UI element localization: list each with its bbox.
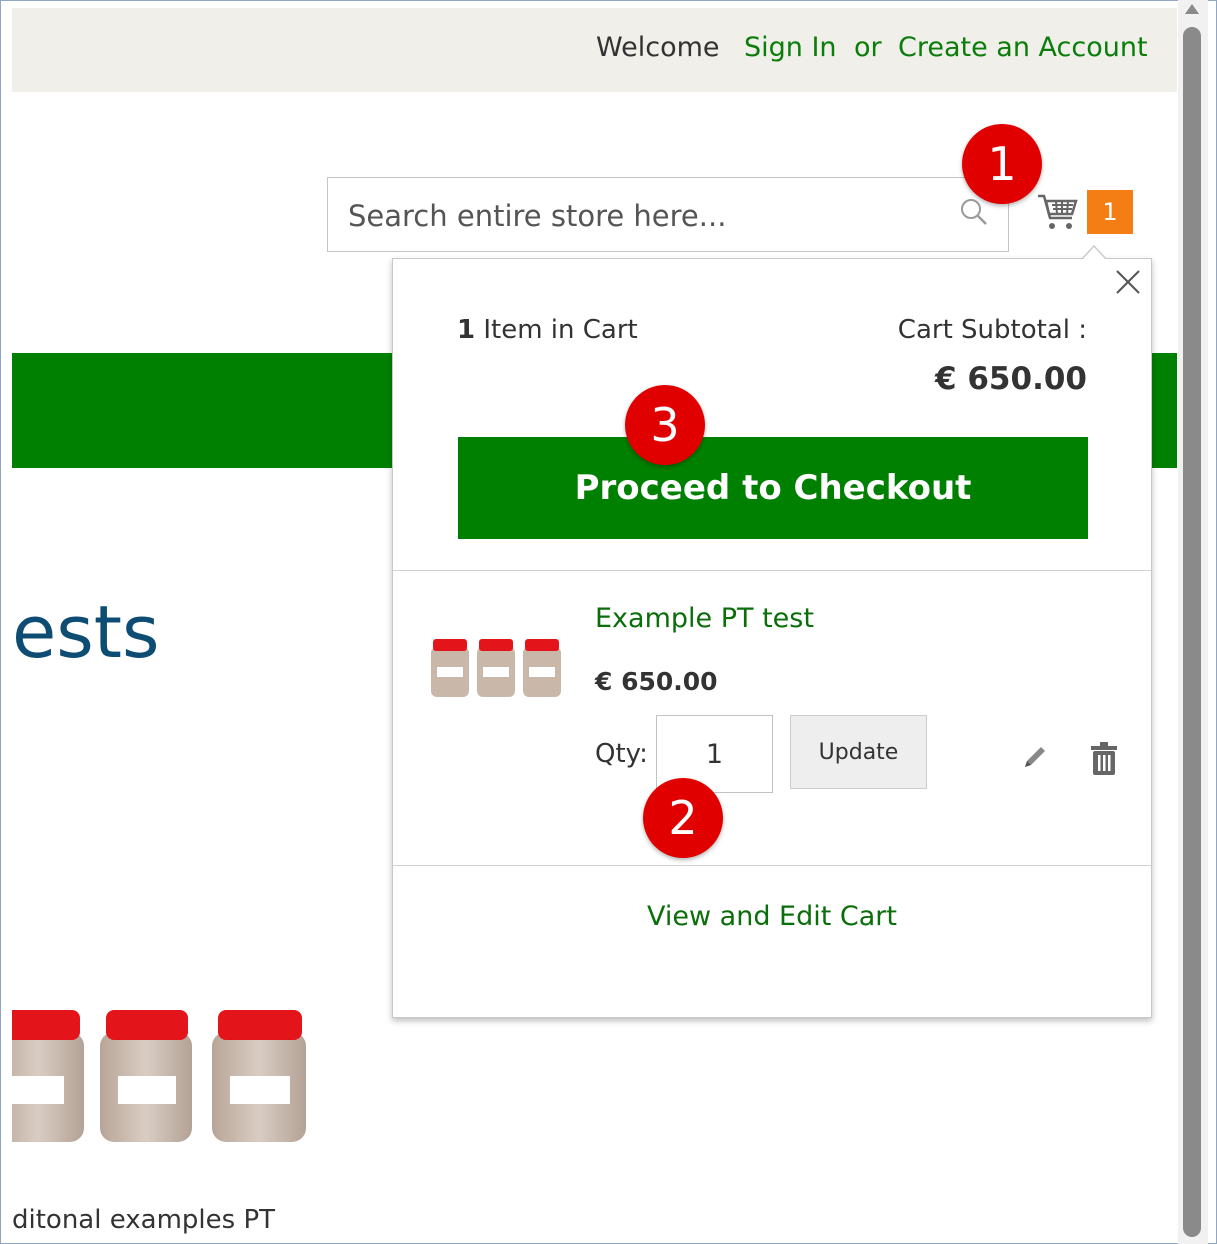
or-text: or: [854, 32, 882, 63]
product-price: € 650.00: [595, 667, 718, 696]
welcome-text: Welcome: [596, 32, 720, 63]
proceed-to-checkout-button[interactable]: Proceed to Checkout: [458, 437, 1088, 539]
annotation-badge-3: 3: [625, 385, 705, 465]
cart-icon[interactable]: [1036, 190, 1080, 234]
items-in-cart: 1 Item in Cart: [457, 315, 638, 345]
sign-in-link[interactable]: Sign In: [744, 32, 837, 63]
cart-count-badge[interactable]: 1: [1087, 190, 1133, 234]
annotation-badge-2: 2: [643, 778, 723, 858]
search-box: [327, 177, 1009, 252]
search-icon[interactable]: [958, 196, 990, 228]
product-image-jars: [12, 1010, 306, 1142]
page-heading-fragment: ests: [12, 590, 160, 674]
cart-subtotal-value: € 650.00: [935, 361, 1087, 397]
scroll-up-arrow[interactable]: [1185, 4, 1199, 14]
close-icon[interactable]: [1113, 267, 1143, 297]
items-count-text: Item in Cart: [475, 315, 638, 345]
header-bar: Welcome Sign In or Create an Account: [12, 8, 1177, 92]
product-name-link[interactable]: Example PT test: [595, 603, 814, 634]
divider: [393, 865, 1151, 866]
divider: [393, 570, 1151, 571]
scrollbar-thumb[interactable]: [1183, 27, 1201, 1237]
create-account-link[interactable]: Create an Account: [898, 32, 1148, 63]
trash-icon[interactable]: [1089, 741, 1119, 777]
dropdown-pointer-inner: [1082, 247, 1106, 260]
product-caption-fragment[interactable]: ditonal examples PT: [12, 1205, 275, 1235]
view-and-edit-cart-link[interactable]: View and Edit Cart: [393, 901, 1151, 932]
update-button[interactable]: Update: [790, 715, 927, 789]
product-thumbnail[interactable]: [429, 637, 565, 699]
search-input[interactable]: [346, 192, 940, 240]
qty-label: Qty:: [595, 739, 648, 769]
minicart-dropdown: 1 Item in Cart Cart Subtotal : € 650.00 …: [392, 245, 1152, 1018]
items-count-number: 1: [457, 315, 476, 345]
edit-icon[interactable]: [1019, 743, 1049, 773]
cart-subtotal-label: Cart Subtotal :: [897, 315, 1087, 345]
annotation-badge-1: 1: [962, 124, 1042, 204]
